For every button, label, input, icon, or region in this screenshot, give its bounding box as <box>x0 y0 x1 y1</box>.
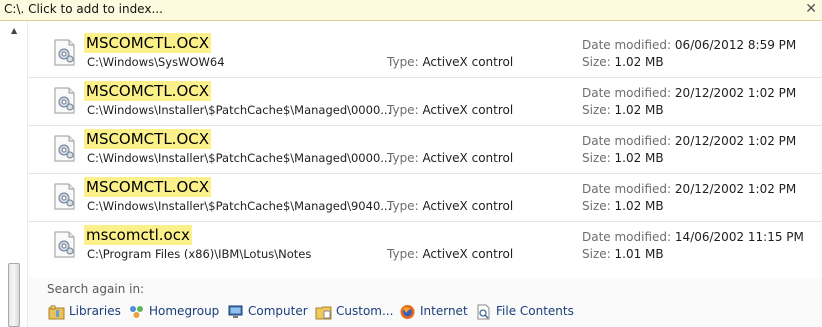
search-internet-label: Internet <box>420 304 468 318</box>
type-label: Type: <box>387 151 419 165</box>
type-value: ActiveX control <box>422 199 514 213</box>
result-size: Size: 1.01 MB <box>582 247 664 261</box>
result-row[interactable]: mscomctl.ocx C:\Program Files (x86)\IBM\… <box>28 222 822 270</box>
result-size: Size: 1.02 MB <box>582 103 664 117</box>
result-file-name[interactable]: mscomctl.ocx <box>84 225 192 245</box>
search-again-label: Search again in: <box>47 282 145 296</box>
search-results-list: MSCOMCTL.OCX C:\Windows\SysWOW64 Type: A… <box>28 30 822 270</box>
type-label: Type: <box>387 247 419 261</box>
result-date-modified: Date modified: 20/12/2002 1:02 PM <box>582 134 796 148</box>
activex-file-icon <box>54 87 75 114</box>
size-value: 1.01 MB <box>614 247 664 261</box>
result-file-path: C:\Windows\SysWOW64 <box>87 55 225 69</box>
date-label: Date modified: <box>582 182 672 196</box>
internet-icon <box>400 305 415 319</box>
result-file-name[interactable]: MSCOMCTL.OCX <box>84 129 212 149</box>
date-label: Date modified: <box>582 230 672 244</box>
activex-file-icon <box>54 135 75 162</box>
type-value: ActiveX control <box>422 103 514 117</box>
vertical-scrollbar[interactable]: ▲ <box>0 21 28 327</box>
result-type: Type: ActiveX control <box>387 247 513 261</box>
activex-file-icon <box>54 39 75 66</box>
result-file-path: C:\Windows\Installer\$PatchCache$\Manage… <box>87 103 392 117</box>
type-value: ActiveX control <box>422 247 514 261</box>
size-value: 1.02 MB <box>614 103 664 117</box>
result-date-modified: Date modified: 06/06/2012 8:59 PM <box>582 38 796 52</box>
date-label: Date modified: <box>582 86 672 100</box>
activex-file-icon <box>54 183 75 210</box>
type-value: ActiveX control <box>422 151 514 165</box>
infobar-message[interactable]: C:\. Click to add to index... <box>4 2 163 16</box>
date-value: 20/12/2002 1:02 PM <box>674 182 797 196</box>
result-row[interactable]: MSCOMCTL.OCX C:\Windows\Installer\$Patch… <box>28 78 822 126</box>
homegroup-icon <box>130 306 143 318</box>
file-contents-icon <box>477 304 490 320</box>
type-label: Type: <box>387 55 419 69</box>
search-libraries-label: Libraries <box>69 304 121 318</box>
type-label: Type: <box>387 199 419 213</box>
result-row[interactable]: MSCOMCTL.OCX C:\Windows\SysWOW64 Type: A… <box>28 30 822 78</box>
result-type: Type: ActiveX control <box>387 151 513 165</box>
result-row[interactable]: MSCOMCTL.OCX C:\Windows\Installer\$Patch… <box>28 174 822 222</box>
result-file-name[interactable]: MSCOMCTL.OCX <box>84 177 212 197</box>
result-size: Size: 1.02 MB <box>582 151 664 165</box>
search-homegroup-label: Homegroup <box>149 304 220 318</box>
result-file-name[interactable]: MSCOMCTL.OCX <box>84 81 212 101</box>
size-label: Size: <box>582 199 611 213</box>
result-file-path: C:\Windows\Installer\$PatchCache$\Manage… <box>87 199 392 213</box>
result-file-path: C:\Program Files (x86)\IBM\Lotus\Notes <box>87 247 312 261</box>
size-value: 1.02 MB <box>614 151 664 165</box>
result-size: Size: 1.02 MB <box>582 199 664 213</box>
date-value: 20/12/2002 1:02 PM <box>674 134 797 148</box>
date-label: Date modified: <box>582 134 672 148</box>
search-again-panel: Search again in: Libraries Homegroup Com… <box>28 278 822 327</box>
close-icon[interactable]: ✕ <box>805 0 817 18</box>
type-value: ActiveX control <box>422 55 514 69</box>
result-type: Type: ActiveX control <box>387 103 513 117</box>
date-value: 14/06/2002 11:15 PM <box>674 230 804 244</box>
result-date-modified: Date modified: 20/12/2002 1:02 PM <box>582 182 796 196</box>
size-value: 1.02 MB <box>614 199 664 213</box>
size-label: Size: <box>582 151 611 165</box>
activex-file-icon <box>54 231 75 258</box>
search-computer-label: Computer <box>248 304 308 318</box>
custom-folder-icon <box>315 306 332 320</box>
result-type: Type: ActiveX control <box>387 55 513 69</box>
date-label: Date modified: <box>582 38 672 52</box>
result-file-path: C:\Windows\Installer\$PatchCache$\Manage… <box>87 151 392 165</box>
search-file-contents-label: File Contents <box>496 304 574 318</box>
result-date-modified: Date modified: 20/12/2002 1:02 PM <box>582 86 796 100</box>
index-infobar[interactable]: C:\. Click to add to index... ✕ <box>0 0 822 21</box>
size-label: Size: <box>582 103 611 117</box>
search-custom-label: Custom... <box>336 304 394 318</box>
result-file-name[interactable]: MSCOMCTL.OCX <box>84 33 212 53</box>
result-type: Type: ActiveX control <box>387 199 513 213</box>
size-label: Size: <box>582 247 611 261</box>
type-label: Type: <box>387 103 419 117</box>
libraries-icon <box>48 305 65 320</box>
scroll-thumb[interactable] <box>8 263 20 327</box>
scroll-up-arrow-icon[interactable]: ▲ <box>11 27 17 35</box>
result-size: Size: 1.02 MB <box>582 55 664 69</box>
size-value: 1.02 MB <box>614 55 664 69</box>
size-label: Size: <box>582 55 611 69</box>
result-date-modified: Date modified: 14/06/2002 11:15 PM <box>582 230 804 244</box>
result-row[interactable]: MSCOMCTL.OCX C:\Windows\Installer\$Patch… <box>28 126 822 174</box>
date-value: 20/12/2002 1:02 PM <box>674 86 797 100</box>
date-value: 06/06/2012 8:59 PM <box>674 38 797 52</box>
computer-icon <box>228 305 243 318</box>
